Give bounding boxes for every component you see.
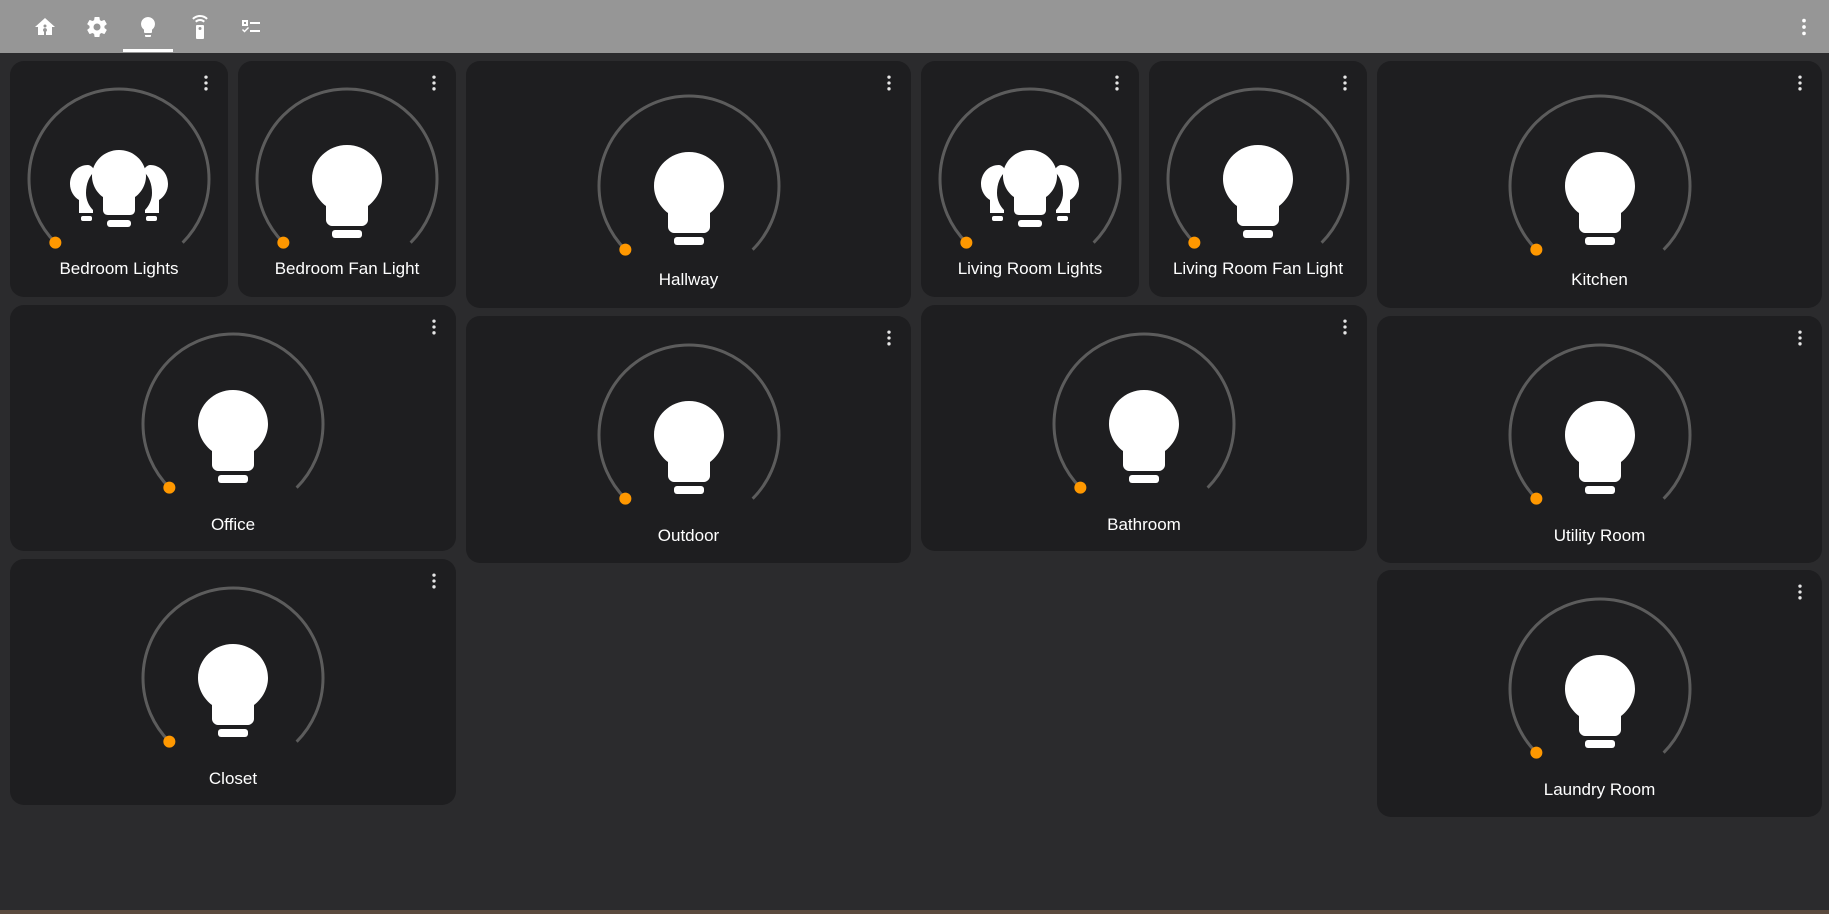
light-card-utility-room[interactable]: Utility Room	[1377, 316, 1822, 563]
light-card-bedroom-lights[interactable]: Bedroom Lights	[10, 61, 228, 297]
light-card-kitchen[interactable]: Kitchen	[1377, 61, 1822, 308]
overflow-menu-button[interactable]	[1789, 12, 1819, 42]
brightness-dial[interactable]	[935, 84, 1125, 274]
lightbulb-icon	[198, 644, 268, 737]
dial-handle[interactable]	[618, 492, 631, 505]
brightness-dial[interactable]	[1049, 329, 1239, 519]
light-card-bedroom-fan-light[interactable]: Bedroom Fan Light	[238, 61, 456, 297]
card-menu-button[interactable]	[1788, 580, 1812, 604]
brightness-dial[interactable]	[1505, 594, 1695, 784]
light-name-label: Office	[210, 515, 256, 534]
home-assistant-icon[interactable]	[20, 0, 70, 53]
lightbulb-group-icon	[70, 150, 168, 227]
dial-handle[interactable]	[1529, 243, 1542, 256]
dots-vertical-icon	[424, 317, 444, 337]
light-name-label: Closet	[208, 769, 258, 788]
light-card-closet[interactable]: Closet	[10, 559, 456, 805]
dots-vertical-icon	[879, 73, 899, 93]
lightbulb-icon	[1564, 401, 1635, 494]
lightbulb-icon	[653, 401, 724, 494]
light-card-outdoor[interactable]: Outdoor	[466, 316, 911, 563]
dial-handle[interactable]	[1529, 492, 1542, 505]
lightbulb-icon	[312, 145, 382, 238]
dots-vertical-icon	[1335, 317, 1355, 337]
brightness-dial[interactable]	[1163, 84, 1353, 274]
dial-handle[interactable]	[163, 481, 176, 494]
brightness-dial[interactable]	[138, 329, 328, 519]
brightness-dial[interactable]	[594, 91, 784, 281]
lightbulb-icon	[1564, 152, 1635, 245]
light-card-living-room-lights[interactable]: Living Room Lights	[921, 61, 1139, 297]
card-menu-button[interactable]	[1333, 315, 1357, 339]
brightness-dial[interactable]	[1505, 340, 1695, 530]
card-menu-button[interactable]	[877, 326, 901, 350]
lightbulb-icon	[1109, 390, 1179, 483]
dial-handle[interactable]	[277, 236, 290, 249]
light-card-laundry-room[interactable]: Laundry Room	[1377, 570, 1822, 817]
remote-icon[interactable]	[175, 0, 225, 53]
light-card-hallway[interactable]: Hallway	[466, 61, 911, 308]
dots-vertical-icon	[1793, 16, 1815, 38]
dial-handle[interactable]	[49, 236, 62, 249]
brightness-dial[interactable]	[1505, 91, 1695, 281]
light-name-label: Bathroom	[1107, 515, 1181, 534]
dots-vertical-icon	[1790, 582, 1810, 602]
brightness-dial[interactable]	[138, 583, 328, 773]
light-name-label: Bedroom Fan Light	[274, 259, 420, 278]
card-menu-button[interactable]	[1788, 326, 1812, 350]
brightness-dial[interactable]	[24, 84, 214, 274]
lightbulb-icon[interactable]	[123, 0, 173, 53]
top-toolbar	[0, 0, 1829, 53]
card-menu-button[interactable]	[422, 569, 446, 593]
light-name-label: Living Room Fan Light	[1172, 259, 1344, 278]
gear-icon[interactable]	[72, 0, 122, 53]
dots-vertical-icon	[424, 571, 444, 591]
brightness-dial[interactable]	[252, 84, 442, 274]
dots-vertical-icon	[1790, 73, 1810, 93]
lightbulb-group-icon	[981, 150, 1079, 227]
dial-handle[interactable]	[618, 243, 631, 256]
bottom-edge	[0, 910, 1829, 914]
light-name-label: Laundry Room	[1543, 780, 1656, 799]
lightbulb-icon	[1223, 145, 1293, 238]
dial-handle[interactable]	[163, 735, 176, 748]
light-card-office[interactable]: Office	[10, 305, 456, 551]
dial-handle[interactable]	[1074, 481, 1087, 494]
dial-handle[interactable]	[960, 236, 973, 249]
light-name-label: Kitchen	[1571, 270, 1628, 289]
light-name-label: Outdoor	[657, 526, 720, 545]
brightness-dial[interactable]	[594, 340, 784, 530]
card-menu-button[interactable]	[1788, 71, 1812, 95]
card-menu-button[interactable]	[422, 315, 446, 339]
lightbulb-icon	[653, 152, 724, 245]
checklist-icon[interactable]	[226, 0, 276, 53]
light-card-living-room-fan-light[interactable]: Living Room Fan Light	[1149, 61, 1367, 297]
light-card-bathroom[interactable]: Bathroom	[921, 305, 1367, 551]
light-name-label: Hallway	[658, 270, 719, 289]
dial-handle[interactable]	[1188, 236, 1201, 249]
light-name-label: Utility Room	[1553, 526, 1646, 545]
lightbulb-icon	[198, 390, 268, 483]
lightbulb-icon	[1564, 655, 1635, 748]
card-menu-button[interactable]	[877, 71, 901, 95]
light-name-label: Bedroom Lights	[59, 259, 179, 278]
dial-handle[interactable]	[1529, 746, 1542, 759]
light-name-label: Living Room Lights	[957, 259, 1103, 278]
dots-vertical-icon	[1790, 328, 1810, 348]
dots-vertical-icon	[879, 328, 899, 348]
